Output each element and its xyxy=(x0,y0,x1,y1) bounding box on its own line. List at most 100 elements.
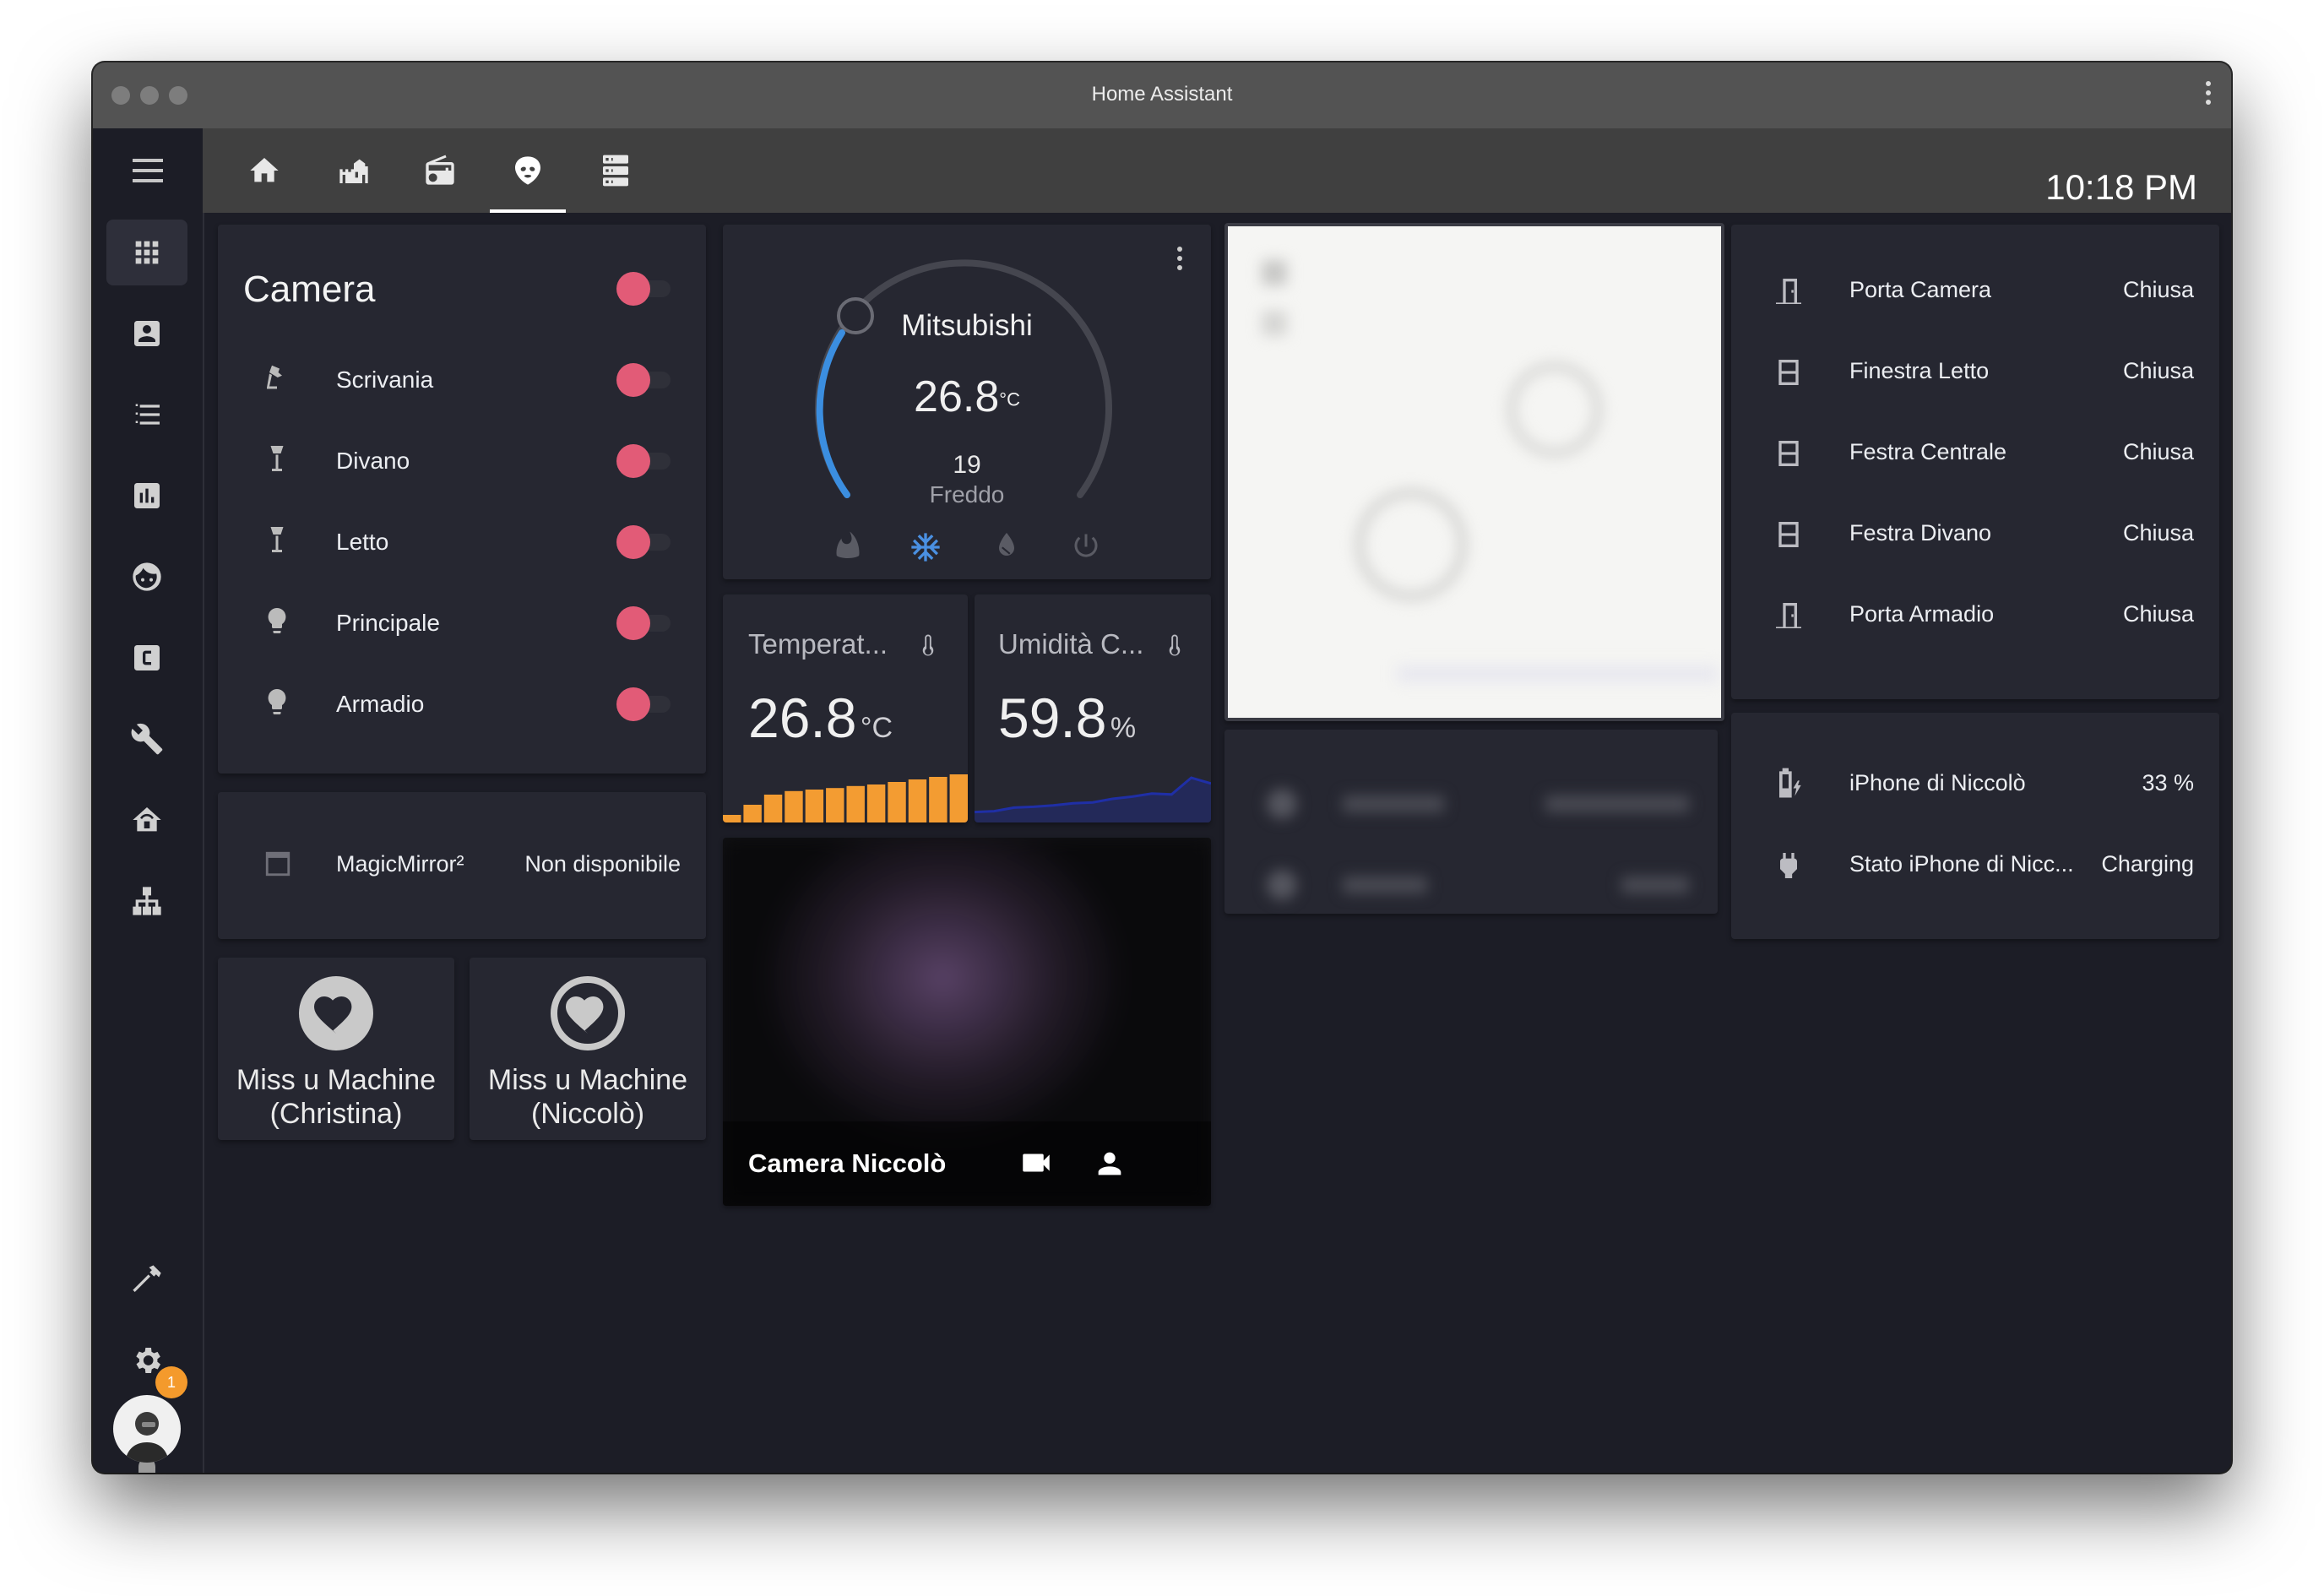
button-card-christina[interactable]: Miss u Machine (Christina) xyxy=(218,958,454,1140)
phone-state-status: Charging xyxy=(2101,851,2194,877)
temperature-history-bar xyxy=(763,795,783,822)
thermostat-target: 19 xyxy=(953,451,981,479)
light-label-letto: Letto xyxy=(336,529,389,555)
lightbulb-icon xyxy=(268,689,286,714)
sidebar-item-account[interactable] xyxy=(106,301,187,366)
temperature-sensor-name: Temperat... xyxy=(748,628,888,660)
desk-lamp-icon xyxy=(267,365,282,389)
sidebar-item-home-automation[interactable] xyxy=(106,787,187,853)
button-christina-line1: Miss u Machine xyxy=(236,1064,437,1096)
thermostat-name: Mitsubishi xyxy=(901,309,1033,342)
temperature-sensor-unit: °C xyxy=(860,712,893,744)
toggle-divano[interactable] xyxy=(616,444,674,478)
face-icon xyxy=(133,562,161,591)
chart-box-icon xyxy=(134,483,160,508)
camera-card[interactable]: Camera Niccolò xyxy=(723,838,1211,1206)
menu-button[interactable] xyxy=(93,128,203,213)
thermometer-icon xyxy=(922,634,934,656)
door-state-porta-armadio: Chiusa xyxy=(2122,601,2194,627)
thermostat-more-icon[interactable] xyxy=(1177,247,1182,270)
camera-group-toggle[interactable] xyxy=(616,272,674,306)
light-label-scrivania: Scrivania xyxy=(336,366,434,393)
temperature-history-bar xyxy=(949,774,968,822)
fire-icon[interactable] xyxy=(833,530,863,561)
temperature-history-bar xyxy=(785,790,803,822)
temperature-sensor-card[interactable]: Temperat... 26.8 °C xyxy=(723,594,968,822)
person-icon[interactable] xyxy=(1093,1147,1127,1181)
window-state-finestra-letto: Chiusa xyxy=(2122,358,2194,383)
format-list-icon xyxy=(135,404,160,425)
sidebar-item-developer-tools[interactable] xyxy=(106,1246,187,1312)
toggle-scrivania[interactable] xyxy=(616,363,674,397)
app-window: Home Assistant 10:18 PM 1 Camera Scrivan… xyxy=(93,62,2231,1473)
window-title: Home Assistant xyxy=(1091,83,1233,106)
sidebar-item-face[interactable] xyxy=(106,544,187,610)
window-closed-icon xyxy=(1778,360,1799,385)
phone-label-status: Stato iPhone di Nicc... xyxy=(1849,851,2074,877)
power-plug-icon xyxy=(1780,853,1797,878)
humidity-history-area xyxy=(975,778,1211,822)
temperature-history-bar xyxy=(723,815,741,822)
door-label-porta-armadio: Porta Armadio xyxy=(1849,601,1995,627)
tab-castle[interactable] xyxy=(314,128,390,213)
floor-lamp-icon xyxy=(270,446,284,471)
button-niccolo-line1: Miss u Machine xyxy=(487,1064,688,1096)
video-camera-icon[interactable] xyxy=(1018,1145,1054,1181)
sidebar-item-list[interactable] xyxy=(106,382,187,448)
temperature-history-bar xyxy=(805,790,824,822)
button-christina-line2: (Christina) xyxy=(269,1098,403,1130)
door-label-porta-camera: Porta Camera xyxy=(1849,277,1992,302)
window-more-icon[interactable] xyxy=(2206,81,2211,109)
light-label-armadio: Armadio xyxy=(336,691,425,717)
heart-circle-outline-icon xyxy=(551,976,625,1050)
heart-circle-icon xyxy=(299,976,373,1050)
door-closed-icon xyxy=(1776,279,1801,304)
tab-radio[interactable] xyxy=(402,128,478,213)
window-closed-icon xyxy=(1778,522,1799,547)
sidebar-item-c[interactable] xyxy=(106,625,187,691)
light-label-divano: Divano xyxy=(336,448,410,474)
battery-charging-icon xyxy=(1779,768,1801,798)
temperature-history-bar xyxy=(888,782,906,822)
temperature-history-bar xyxy=(846,785,865,822)
temperature-history-bar xyxy=(929,777,948,822)
water-off-icon[interactable] xyxy=(991,530,1022,561)
home-automation-icon xyxy=(133,807,161,832)
thermostat-current-value: 26.8 xyxy=(914,372,1000,421)
window-closed-icon xyxy=(1778,441,1799,466)
phone-card: iPhone di Niccolò 33 % Stato iPhone di N… xyxy=(1731,713,2219,939)
door-state-porta-camera: Chiusa xyxy=(2122,277,2194,302)
temperature-sensor-reading: 26.8 °C xyxy=(748,686,893,750)
account-box-icon xyxy=(134,321,160,346)
sidebar-item-history[interactable] xyxy=(106,463,187,529)
temperature-sensor-value: 26.8 xyxy=(748,687,857,749)
toggle-letto[interactable] xyxy=(616,525,674,559)
sidebar: 1 xyxy=(93,213,204,1473)
humidity-sensor-card[interactable]: Umidità C... 59.8 % xyxy=(975,594,1211,822)
button-card-niccolo[interactable]: Miss u Machine (Niccolò) xyxy=(470,958,706,1140)
sidebar-item-overview[interactable] xyxy=(106,220,187,285)
light-label-principale: Principale xyxy=(336,610,440,636)
castle-icon xyxy=(339,159,368,183)
power-icon[interactable] xyxy=(1071,530,1101,561)
tab-home[interactable] xyxy=(226,128,302,213)
sidebar-item-tools[interactable] xyxy=(106,706,187,772)
sidebar-item-sitemap[interactable] xyxy=(106,868,187,934)
window-label-finestra-letto: Finestra Letto xyxy=(1849,358,1990,383)
thermostat-unit: °C xyxy=(999,388,1020,410)
wrench-icon xyxy=(131,723,163,755)
phone-label-battery: iPhone di Niccolò xyxy=(1849,770,2026,795)
tab-server[interactable] xyxy=(578,128,654,213)
toggle-principale[interactable] xyxy=(616,606,674,640)
tab-alien[interactable] xyxy=(490,128,566,213)
magicmirror-state: Non disponibile xyxy=(524,851,681,877)
notification-badge: 1 xyxy=(155,1366,187,1398)
alien-icon xyxy=(515,156,540,185)
map-card[interactable] xyxy=(1224,223,1724,721)
lights-card: Camera Scrivania Divano Letto Principale… xyxy=(218,225,706,774)
avatar[interactable] xyxy=(113,1395,181,1463)
temperature-history-bar xyxy=(866,784,886,822)
temperature-history-bar xyxy=(908,779,927,822)
snowflake-icon[interactable] xyxy=(909,530,942,564)
toggle-armadio[interactable] xyxy=(616,687,674,721)
